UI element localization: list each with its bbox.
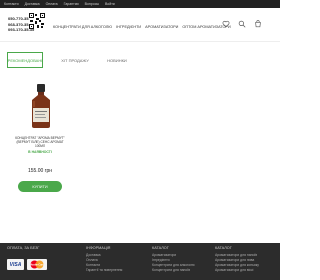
footer-heading: Оплата, за безг (7, 246, 40, 250)
footer-link[interactable]: Концентрати для напоїв (152, 268, 195, 273)
footer-heading: Інформація (86, 246, 111, 250)
qr-code-icon (29, 13, 45, 29)
topbar-link-payment[interactable]: Оплата (46, 2, 58, 6)
nav-item-flavorings[interactable]: Ароматизатори (145, 25, 178, 29)
header-icons (222, 20, 262, 28)
product-image[interactable] (28, 84, 54, 128)
product-card[interactable]: Концентрат "Арома Вермут" (Вермут біле) … (14, 82, 66, 202)
topbar-link-guarantees[interactable]: Гарантии (64, 2, 79, 6)
topbar-link-contacts[interactable]: Контакти (4, 2, 19, 6)
stock-status: В наявності (28, 150, 52, 154)
footer-payment-column: Оплата, за безг (7, 246, 39, 253)
product-name[interactable]: Концентрат "Арома Вермут" (Вермут біле) … (14, 136, 66, 149)
svg-text:MasterCard: MasterCard (30, 263, 45, 267)
nav-item-alcohol-concentrates[interactable]: Концентрати для алкоголю (53, 25, 112, 29)
product-tabs: Рекомендовані Хіт продажу Новинки (7, 52, 273, 68)
footer-catalog-column: Каталог Ароматизатори Інгредієнти Концен… (152, 246, 195, 273)
cart-icon[interactable] (254, 20, 262, 28)
search-icon[interactable] (238, 20, 246, 28)
footer-heading: Каталог (152, 246, 169, 250)
visa-logo: VISA (7, 259, 24, 270)
tab-bestsellers[interactable]: Хіт продажу (55, 52, 95, 68)
top-bar: Контакти Доставка Оплата Гарантии Вопрос… (0, 0, 280, 8)
footer-heading: Каталог (215, 246, 232, 250)
heart-icon[interactable] (222, 20, 230, 28)
tab-new[interactable]: Новинки (102, 52, 132, 68)
nav-item-ingredients[interactable]: Інгредієнти (116, 25, 141, 29)
footer-catalog2-column: Каталог Ароматизатори для напоїв Аромати… (215, 246, 259, 273)
footer-link[interactable]: Гарантії та повернення (86, 268, 122, 273)
footer-info-column: Інформація Доставка Оплата Контакти Гара… (86, 246, 122, 273)
site-footer: Оплата, за безг VISA MasterCard Інформац… (0, 243, 280, 280)
product-price: 155.00 грн (27, 168, 53, 174)
payment-logos: VISA MasterCard (7, 259, 47, 270)
main-nav: Концентрати для алкоголю Інгредієнти Аро… (53, 25, 231, 29)
site-header: 050-770-35-35 068-370-35-35 093-170-35-3… (0, 8, 280, 42)
topbar-link-questions[interactable]: Вопросы (85, 2, 99, 6)
topbar-link-login[interactable]: Войти (105, 2, 115, 6)
topbar-link-delivery[interactable]: Доставка (25, 2, 40, 6)
mastercard-logo: MasterCard (27, 259, 47, 270)
buy-button[interactable]: Купити (18, 181, 62, 192)
footer-link[interactable]: Ароматизатори для віскі (215, 268, 259, 273)
tab-recommended[interactable]: Рекомендовані (7, 52, 43, 68)
